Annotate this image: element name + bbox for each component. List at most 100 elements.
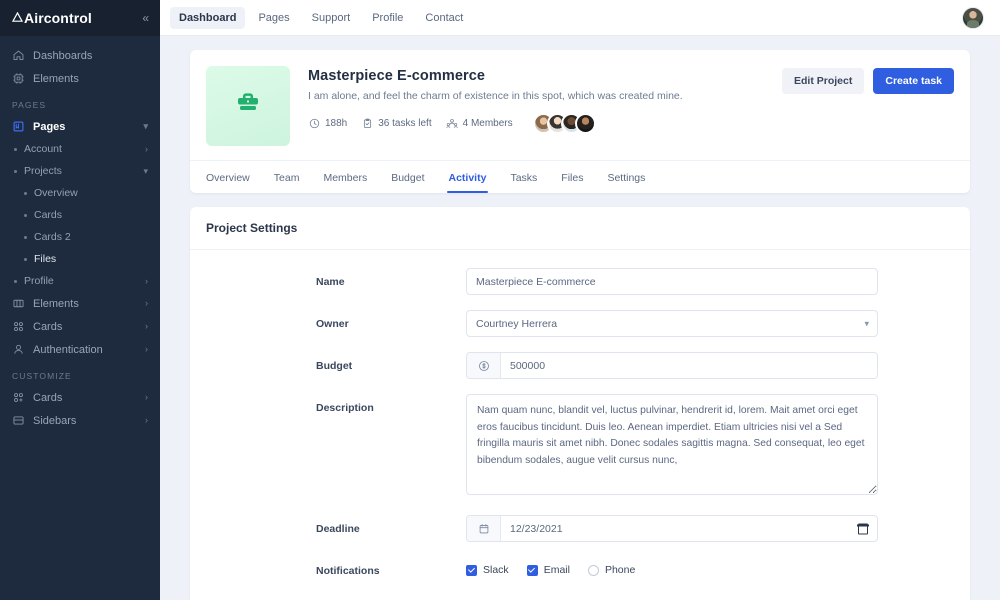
tab-activity[interactable]: Activity bbox=[437, 161, 499, 193]
notifications-label: Notifications bbox=[316, 565, 380, 577]
owner-select[interactable] bbox=[466, 310, 878, 337]
settings-form: Name Owner ▾ bbox=[190, 250, 970, 600]
name-input[interactable] bbox=[466, 268, 878, 295]
top-nav-pages[interactable]: Pages bbox=[249, 7, 298, 29]
checkbox-email[interactable]: Email bbox=[526, 564, 570, 576]
sidebar-item-overview[interactable]: Overview bbox=[0, 182, 160, 204]
briefcase-icon bbox=[233, 89, 263, 124]
tab-budget[interactable]: Budget bbox=[379, 161, 436, 193]
top-nav-dashboard[interactable]: Dashboard bbox=[170, 6, 246, 29]
notifications-group: Slack Email Phone bbox=[466, 557, 878, 576]
grid-plus-icon bbox=[12, 391, 25, 404]
sidebar-item-label: Authentication bbox=[33, 343, 103, 356]
project-tabs: Overview Team Members Budget Activity Ta… bbox=[190, 160, 970, 193]
bullet-dot-icon bbox=[24, 191, 27, 195]
checkbox-slack[interactable]: Slack bbox=[466, 564, 509, 576]
dollar-circle-icon bbox=[467, 353, 501, 378]
sidebar-item-label: Cards 2 bbox=[34, 231, 71, 243]
form-row-name: Name bbox=[206, 268, 954, 295]
sidebar-item-cards-2[interactable]: Cards 2 bbox=[0, 226, 160, 248]
checkbox-box[interactable] bbox=[587, 564, 599, 576]
form-row-notifications: Notifications Slack Email Phone bbox=[206, 557, 954, 577]
description-label: Description bbox=[316, 402, 374, 414]
create-task-button[interactable]: Create task bbox=[873, 68, 954, 94]
project-info: Masterpiece E-commerce I am alone, and f… bbox=[290, 66, 782, 146]
form-row-budget: Budget bbox=[206, 352, 954, 379]
sidebar-item-files[interactable]: Files bbox=[0, 248, 160, 270]
user-icon bbox=[12, 343, 25, 356]
tab-members[interactable]: Members bbox=[311, 161, 379, 193]
checkbox-box[interactable] bbox=[526, 564, 538, 576]
grid-icon bbox=[12, 320, 25, 333]
sidebar-item-label: Overview bbox=[34, 187, 78, 199]
sidebar-item-label: Pages bbox=[33, 120, 66, 133]
sidebar-item-sidebars[interactable]: Sidebars › bbox=[0, 409, 160, 432]
sidebar-item-label: Sidebars bbox=[33, 414, 77, 427]
avatar[interactable] bbox=[574, 113, 596, 134]
chevron-right-icon: › bbox=[145, 275, 148, 286]
tab-settings[interactable]: Settings bbox=[595, 161, 657, 193]
sidebar-nav: Dashboards Elements PAGES Pages ▾ Accoun… bbox=[0, 36, 160, 432]
meta-hours-label: 188h bbox=[325, 118, 348, 129]
chevron-down-icon: ▾ bbox=[143, 121, 148, 131]
deadline-input[interactable] bbox=[501, 516, 877, 541]
sidebar-item-label: Elements bbox=[33, 297, 79, 310]
sidebar-item-cards[interactable]: Cards bbox=[0, 204, 160, 226]
clipboard-check-icon bbox=[361, 118, 373, 130]
bullet-dot-icon bbox=[24, 235, 27, 239]
project-settings-card: Project Settings Name Owner ▾ bbox=[190, 207, 970, 600]
users-icon bbox=[445, 118, 458, 130]
top-nav-profile[interactable]: Profile bbox=[363, 7, 412, 29]
book-icon bbox=[12, 120, 25, 133]
tab-files[interactable]: Files bbox=[549, 161, 595, 193]
sidebar-item-authentication[interactable]: Authentication › bbox=[0, 338, 160, 361]
chevron-right-icon: › bbox=[145, 344, 148, 354]
chevrons-left-icon[interactable]: « bbox=[142, 12, 149, 24]
sidebar-icon bbox=[12, 414, 25, 427]
sidebar-item-label: Dashboards bbox=[33, 49, 93, 62]
sidebar-item-profile[interactable]: Profile › bbox=[0, 270, 160, 292]
form-row-deadline: Deadline bbox=[206, 515, 954, 542]
sidebar-item-elements-2[interactable]: Elements › bbox=[0, 292, 160, 315]
project-header-card: Masterpiece E-commerce I am alone, and f… bbox=[190, 50, 970, 193]
checkbox-label: Phone bbox=[604, 564, 636, 576]
budget-input[interactable] bbox=[501, 353, 877, 378]
app-root: Aircontrol « Dashboards Elements PAGES P… bbox=[0, 0, 1000, 600]
sidebar-section-pages: PAGES bbox=[12, 100, 47, 110]
tab-tasks[interactable]: Tasks bbox=[498, 161, 549, 193]
checkbox-phone[interactable]: Phone bbox=[587, 564, 636, 576]
columns-icon bbox=[12, 297, 25, 310]
calendar-picker-icon[interactable] bbox=[857, 523, 869, 534]
form-row-owner: Owner ▾ bbox=[206, 310, 954, 337]
bullet-dot-icon bbox=[24, 257, 27, 261]
settings-heading: Project Settings bbox=[190, 207, 970, 250]
user-avatar[interactable] bbox=[962, 6, 984, 29]
sidebar-item-dashboards[interactable]: Dashboards bbox=[0, 44, 160, 67]
bullet-dot-icon bbox=[14, 147, 17, 151]
tab-overview[interactable]: Overview bbox=[206, 161, 262, 193]
sidebar-item-projects[interactable]: Projects ▾ bbox=[0, 160, 160, 182]
sidebar-logo-bar: Aircontrol « bbox=[0, 0, 160, 36]
checkbox-box[interactable] bbox=[466, 564, 477, 576]
page-content: Masterpiece E-commerce I am alone, and f… bbox=[160, 36, 1000, 600]
top-nav-contact[interactable]: Contact bbox=[416, 7, 472, 29]
description-textarea[interactable] bbox=[466, 394, 878, 495]
app-logo[interactable]: Aircontrol bbox=[11, 10, 92, 26]
sidebar-item-cards-group[interactable]: Cards › bbox=[0, 315, 160, 338]
bullet-dot-icon bbox=[14, 169, 17, 173]
logo-triangle-icon bbox=[11, 10, 24, 26]
project-subtitle: I am alone, and feel the charm of existe… bbox=[308, 90, 683, 102]
chevron-right-icon: › bbox=[145, 321, 148, 331]
sidebar-item-customize-cards[interactable]: Cards › bbox=[0, 386, 160, 409]
top-nav: Dashboard Pages Support Profile Contact bbox=[170, 6, 472, 29]
project-thumbnail bbox=[206, 66, 290, 146]
sidebar-item-pages[interactable]: Pages ▾ bbox=[0, 115, 160, 138]
sidebar-item-elements[interactable]: Elements bbox=[0, 67, 160, 90]
tab-team[interactable]: Team bbox=[262, 161, 312, 193]
checkbox-label: Email bbox=[543, 564, 570, 576]
top-nav-support[interactable]: Support bbox=[303, 7, 360, 29]
bullet-dot-icon bbox=[24, 213, 27, 217]
sidebar-item-label: Profile bbox=[24, 275, 54, 287]
edit-project-button[interactable]: Edit Project bbox=[782, 68, 865, 94]
sidebar-item-account[interactable]: Account › bbox=[0, 138, 160, 160]
